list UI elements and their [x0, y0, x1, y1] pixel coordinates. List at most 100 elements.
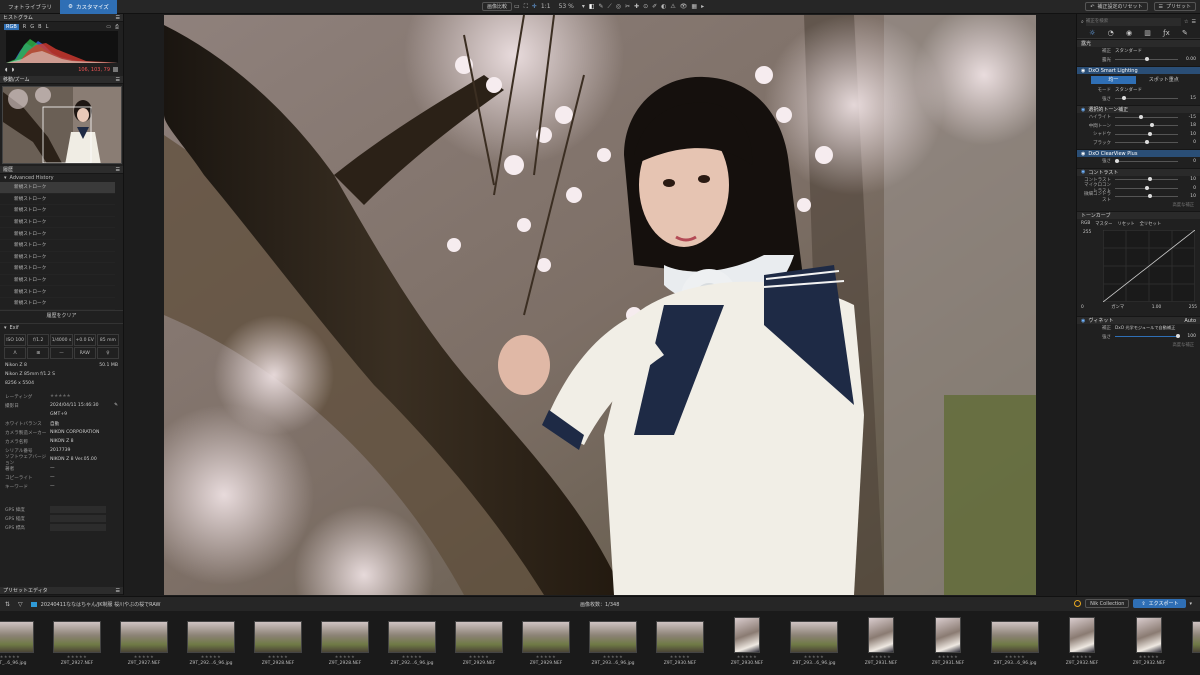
eye-icon[interactable]: 👁 — [680, 3, 688, 10]
smart-lighting-strength-slider[interactable]: 強さ 15 — [1077, 95, 1200, 104]
tone-curve-header[interactable]: トーンカーブ — [1077, 211, 1200, 219]
vignette-advanced-link[interactable]: 高度な補正 — [1077, 341, 1200, 349]
highlights-slider[interactable]: ハイライト -15 — [1077, 113, 1200, 122]
filter-icon[interactable]: ▽ — [18, 601, 23, 608]
zoom-level[interactable]: 53 % — [559, 3, 574, 10]
slider-knob[interactable] — [1144, 140, 1149, 145]
filmstrip-thumbnail[interactable]: ★★★★★ Z9T_2927.NEF — [118, 615, 170, 666]
slider-value[interactable]: 0 — [1178, 159, 1196, 164]
light-tab-icon[interactable]: ☼ — [1089, 29, 1095, 37]
panel-menu-icon[interactable]: ☰ — [116, 77, 120, 83]
thumbnail-rating[interactable]: ★★★★★ — [520, 654, 572, 659]
folder-path[interactable]: 20240411ななはちゃん/JK制服 桜川やぶの桜でRAW — [41, 601, 161, 608]
panel-menu-icon[interactable]: ☰ — [116, 588, 120, 594]
slider-knob[interactable] — [1147, 131, 1152, 136]
history-item[interactable]: 新規ストローク — [0, 205, 115, 217]
effects-tab-icon[interactable]: ƒx — [1163, 29, 1170, 37]
filmstrip-thumbnail[interactable]: ★★★★★ Z9T_293...6_96.jpg — [989, 615, 1041, 666]
smart-lighting-header[interactable]: ◉ DxO Smart Lighting — [1077, 66, 1200, 74]
filmstrip-thumbnail[interactable]: ★★★★★ Z9T_2930.NEF — [654, 615, 706, 666]
star-icon[interactable]: ☆ — [1184, 19, 1188, 25]
selective-tone-header[interactable]: ◉ 選択的トーン補正 — [1077, 105, 1200, 113]
slider-knob[interactable] — [1144, 185, 1149, 190]
thumbnail-rating[interactable]: ★★★★★ — [855, 654, 907, 659]
monitor-icon[interactable]: ▭ — [106, 24, 111, 30]
curve-input-white[interactable]: 255 — [1189, 305, 1197, 310]
filmstrip-thumbnail[interactable]: ★★★★★ Z9T_292...6_96.jpg — [185, 615, 237, 666]
filmstrip-thumbnail[interactable]: ★★★★★ Z9T_292...6_96.jpg — [386, 615, 438, 666]
meta-value[interactable]: — — [50, 484, 55, 489]
tab-library[interactable]: フォトライブラリ — [0, 0, 60, 14]
crop-icon[interactable]: ⛶ — [524, 3, 528, 11]
slider-value[interactable]: 18 — [1178, 123, 1196, 128]
curve-input-black[interactable]: 0 — [1081, 305, 1084, 310]
thumbnail-rating[interactable]: ★★★★★ — [654, 654, 706, 659]
slider-knob[interactable] — [1139, 114, 1144, 119]
history-header[interactable]: 履歴 ☰ — [0, 166, 123, 174]
panel-menu-icon[interactable]: ☰ — [116, 167, 120, 173]
navigator-header[interactable]: 移動/ズーム ☰ — [0, 76, 123, 84]
move-icon[interactable]: ✛ — [532, 3, 537, 10]
redeye-icon[interactable]: ◎ — [616, 3, 621, 10]
filmstrip-thumbnail[interactable]: ★★★★★ Z9T_2929.NEF — [453, 615, 505, 666]
sort-icon[interactable]: ⇅ — [5, 601, 10, 608]
highlight-warning-icon[interactable]: ⚠ — [670, 3, 675, 10]
compare-button[interactable]: 画像比較 — [482, 2, 513, 11]
histogram-header[interactable]: ヒストグラム ☰ — [0, 14, 123, 22]
local-adjust-icon[interactable]: ✚ — [634, 3, 639, 10]
midtones-slider[interactable]: 中間トーン 18 — [1077, 122, 1200, 131]
exif-header[interactable]: ▾ Exif — [0, 323, 123, 332]
navigator-preview[interactable] — [2, 86, 122, 164]
grid-icon[interactable]: ▦ — [691, 3, 697, 10]
clearview-header[interactable]: ◉ DxO ClearView Plus — [1077, 149, 1200, 157]
local-tab-icon[interactable]: ✎ — [1182, 29, 1188, 37]
toggle-icon[interactable]: ◉ — [1081, 318, 1085, 324]
slider-value[interactable]: 0.00 — [1178, 57, 1196, 62]
toggle-icon[interactable]: ◉ — [1081, 107, 1085, 113]
zoom-dropdown-icon[interactable]: ▾ — [582, 3, 585, 10]
search-input[interactable] — [1085, 17, 1182, 26]
vignette-header[interactable]: ◉ ヴィネット Auto — [1077, 316, 1200, 324]
slider-value[interactable]: 10 — [1178, 132, 1196, 137]
exposure-slider[interactable]: 露光 0.00 — [1077, 56, 1200, 65]
filmstrip-thumbnail[interactable]: ★★★★★ Z9T_293...6_96.jpg — [788, 615, 840, 666]
edit-icon[interactable]: ✎ — [114, 403, 118, 408]
channel-g[interactable]: G — [30, 24, 34, 30]
filmstrip-thumbnail[interactable]: ★★★★★ Z9T_293... — [1190, 615, 1200, 663]
curve-tab-rgb[interactable]: RGB — [1081, 221, 1090, 226]
thumbnail-rating[interactable]: ★★★★★ — [51, 654, 103, 659]
straighten-icon[interactable]: ⟋ — [608, 3, 612, 11]
filmstrip-thumbnail[interactable]: ★★★★★ Z9T_2928.NEF — [319, 615, 371, 666]
channel-rgb[interactable]: RGB — [4, 23, 19, 30]
zoom-fit-button[interactable]: 1:1 — [541, 3, 551, 10]
toggle-icon[interactable]: ◉ — [1081, 151, 1085, 157]
slider-knob[interactable] — [1122, 96, 1127, 101]
slider-value[interactable]: 100 — [1178, 334, 1196, 339]
slider-value[interactable]: 0 — [1178, 140, 1196, 145]
history-item[interactable]: 新規ストローク — [0, 194, 115, 206]
clear-history-button[interactable]: 履歴をクリア — [0, 310, 123, 320]
more-icon[interactable]: ▸ — [701, 3, 704, 10]
history-item[interactable]: 新規ストローク — [0, 182, 115, 194]
repair-icon[interactable]: ✂ — [625, 3, 630, 10]
toggle-icon[interactable]: ◉ — [1081, 68, 1085, 74]
spot-weighted-button[interactable]: スポット重点 — [1142, 76, 1187, 84]
preset-button[interactable]: ☰ プリセット — [1153, 2, 1196, 11]
filmstrip-thumbnail[interactable]: ★★★★★ Z9T_2929.NEF — [520, 615, 572, 666]
slider-knob[interactable] — [1147, 177, 1152, 182]
filmstrip-thumbnail[interactable]: ★★★★★ Z9T_2928.NEF — [252, 615, 304, 666]
detail-tab-icon[interactable]: ◉ — [1126, 29, 1132, 37]
shadows-slider[interactable]: シャドウ 10 — [1077, 130, 1200, 139]
reset-adjustments-button[interactable]: ↶ 補正設定のリセット — [1085, 2, 1148, 11]
nik-collection-button[interactable]: Nik Collection — [1085, 599, 1130, 608]
vignette-mode-value[interactable]: DxO 光学モジュールで自動補正 — [1115, 325, 1175, 331]
history-item[interactable]: 新規ストローク — [0, 298, 115, 310]
eyedropper-icon[interactable]: ✎ — [599, 3, 604, 10]
curve-gamma-value[interactable]: 1.00 — [1152, 305, 1162, 310]
meta-value[interactable]: — — [50, 475, 55, 480]
history-item[interactable]: 新規ストローク — [0, 263, 115, 275]
thumbnail-rating[interactable]: ★★★★★ — [118, 654, 170, 659]
panel-menu-icon[interactable]: ☰ — [1192, 19, 1196, 25]
panel-menu-icon[interactable]: ☰ — [116, 15, 120, 21]
clearview-slider[interactable]: 強さ 0 — [1077, 157, 1200, 166]
